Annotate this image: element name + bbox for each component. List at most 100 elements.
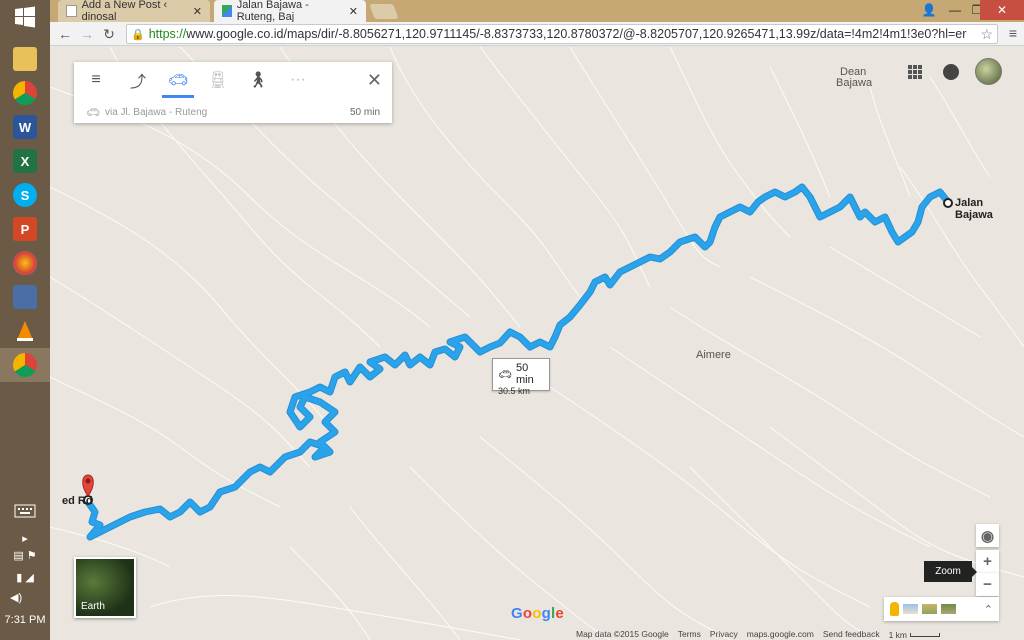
zoom-in-button[interactable]: +: [976, 550, 999, 573]
volume-icon[interactable]: ◀): [0, 590, 50, 604]
tab-close-icon[interactable]: ✕: [349, 5, 358, 18]
car-icon[interactable]: 🚗︎: [158, 62, 198, 98]
place-bajawa[interactable]: Bajawa: [836, 77, 872, 89]
tab-close-icon[interactable]: ✕: [193, 5, 202, 18]
route-summary[interactable]: 🚗︎ via Jl. Bajawa - Ruteng 50 min: [74, 102, 392, 122]
car-icon: 🚗︎: [498, 368, 512, 381]
map-canvas[interactable]: Bajawa Dean Aimere Jalan Bajawa ed Rd ≡ …: [50, 47, 1024, 640]
walk-icon[interactable]: 🚶︎: [238, 62, 278, 98]
tab-add-new-post[interactable]: Add a New Post ‹ dinosal ✕: [58, 0, 210, 23]
new-tab-button[interactable]: [369, 4, 399, 19]
taskbar-word[interactable]: W: [0, 110, 50, 144]
taskbar-excel[interactable]: X: [0, 144, 50, 178]
tray-expand-icon[interactable]: ▸: [0, 533, 50, 545]
terms-link[interactable]: Terms: [678, 629, 701, 640]
directions-panel: ≡ ⤴ 🚗︎ 🚆︎ 🚶︎ ··· ✕ 🚗︎ via Jl. Bajawa - R…: [74, 62, 392, 123]
tab-title: Add a New Post ‹ dinosal: [81, 0, 168, 23]
route-duration: 50 min: [349, 106, 380, 118]
pegman-icon[interactable]: [890, 602, 899, 616]
end-label[interactable]: ed Rd: [62, 495, 93, 507]
taskbar-vlc[interactable]: [0, 314, 50, 348]
folder-icon: [13, 47, 37, 71]
tab-maps[interactable]: Jalan Bajawa - Ruteng, Baj ✕: [214, 0, 366, 23]
expand-icon[interactable]: ⌃: [984, 603, 993, 616]
scale-bar[interactable]: 1 km: [889, 629, 940, 640]
taskbar-clock[interactable]: 7:31 PM: [0, 614, 50, 626]
browser-window: Add a New Post ‹ dinosal ✕ Jalan Bajawa …: [50, 0, 1024, 640]
close-icon[interactable]: ✕: [367, 70, 382, 91]
route-via: via Jl. Bajawa - Ruteng: [104, 106, 208, 118]
zoom-out-button[interactable]: −: [976, 573, 999, 596]
keyboard-icon[interactable]: [0, 502, 50, 520]
callout-distance: 30.5 km: [498, 386, 531, 396]
word-icon: W: [13, 115, 37, 139]
url-scheme: https://: [148, 27, 187, 41]
close-window-button[interactable]: ✕: [980, 0, 1024, 20]
forward-icon[interactable]: →: [78, 25, 96, 43]
layer-thumbnail[interactable]: [922, 604, 937, 614]
taskbar-balloon-app[interactable]: [0, 246, 50, 280]
more-icon[interactable]: ···: [278, 62, 318, 98]
car-icon: 🚗︎: [86, 106, 100, 119]
layers-bar: ⌃: [884, 597, 999, 621]
map-terrain: [50, 47, 1024, 640]
site-link[interactable]: maps.google.com: [747, 629, 814, 640]
windows-taskbar: W X S P ▸ ▤ ⚑ ▮ ◢ ◀) 7:31 PM: [0, 0, 50, 640]
layer-thumbnail[interactable]: [941, 604, 956, 614]
address-bar[interactable]: 🔒 https://www.google.co.id/maps/dir/-8.8…: [126, 24, 998, 44]
chrome-icon: [13, 81, 37, 105]
place-dean[interactable]: Dean: [840, 66, 866, 78]
google-logo: Google: [511, 605, 564, 622]
page-icon: [66, 5, 77, 17]
network-icon: [13, 285, 37, 309]
bookmark-star-icon[interactable]: ☆: [980, 26, 993, 43]
place-aimere[interactable]: Aimere: [696, 349, 731, 361]
layer-thumbnail[interactable]: [903, 604, 918, 614]
start-label[interactable]: Jalan Bajawa: [955, 197, 1024, 221]
travel-modes: ≡ ⤴ 🚗︎ 🚆︎ 🚶︎ ···: [74, 62, 392, 98]
scale-label: 1 km: [888, 629, 907, 640]
back-icon[interactable]: ←: [56, 25, 74, 43]
map-controls: ◉ + −: [976, 524, 999, 596]
earth-label: Earth: [81, 601, 105, 612]
excel-icon: X: [13, 149, 37, 173]
privacy-link[interactable]: Privacy: [710, 629, 738, 640]
route-duration-callout[interactable]: 🚗︎ 50 min 30.5 km: [492, 358, 550, 396]
screen: W X S P ▸ ▤ ⚑ ▮ ◢ ◀) 7:31 PM Add a New P…: [0, 0, 1024, 640]
lock-icon: 🔒: [131, 28, 145, 41]
network-flag-icons[interactable]: ▤ ⚑: [0, 548, 50, 562]
chrome-icon: [13, 353, 37, 377]
callout-duration: 50 min: [515, 362, 534, 386]
user-icon[interactable]: 👤: [916, 0, 942, 20]
menu-icon[interactable]: ≡: [74, 62, 118, 98]
transit-icon[interactable]: 🚆︎: [198, 62, 238, 98]
send-feedback-link[interactable]: Send feedback: [823, 629, 880, 640]
earth-view-toggle[interactable]: Earth: [74, 557, 136, 618]
url-text: www.google.co.id/maps/dir/-8.8056271,120…: [186, 27, 967, 41]
notifications-icon[interactable]: [943, 64, 959, 80]
taskbar-file-explorer[interactable]: [0, 42, 50, 76]
powerpoint-icon: P: [13, 217, 37, 241]
apps-grid-icon[interactable]: [908, 65, 922, 79]
browser-toolbar: ← → ↻ 🔒 https://www.google.co.id/maps/di…: [50, 22, 1024, 46]
taskbar-chrome-active[interactable]: [0, 348, 50, 382]
tab-strip: Add a New Post ‹ dinosal ✕ Jalan Bajawa …: [50, 0, 1024, 23]
directions-icon[interactable]: ⤴: [118, 62, 158, 98]
taskbar-skype[interactable]: S: [0, 178, 50, 212]
zoom-tooltip: Zoom: [924, 561, 977, 582]
map-data-text: Map data ©2015 Google: [576, 629, 669, 639]
battery-wifi-icons[interactable]: ▮ ◢: [0, 570, 50, 584]
vlc-icon: [13, 319, 37, 343]
taskbar-network-app[interactable]: [0, 280, 50, 314]
windows-logo-icon: [15, 6, 35, 28]
avatar[interactable]: [975, 58, 1002, 85]
chrome-menu-icon[interactable]: ≡: [1004, 25, 1022, 43]
map-footer: Map data ©2015 Google Terms Privacy maps…: [576, 629, 940, 640]
windows-start-button[interactable]: [0, 0, 50, 34]
my-location-icon[interactable]: ◉: [976, 524, 999, 547]
google-maps-icon: [222, 5, 232, 17]
taskbar-chrome[interactable]: [0, 76, 50, 110]
tab-title: Jalan Bajawa - Ruteng, Baj: [236, 0, 309, 23]
reload-icon[interactable]: ↻: [100, 25, 118, 43]
taskbar-powerpoint[interactable]: P: [0, 212, 50, 246]
